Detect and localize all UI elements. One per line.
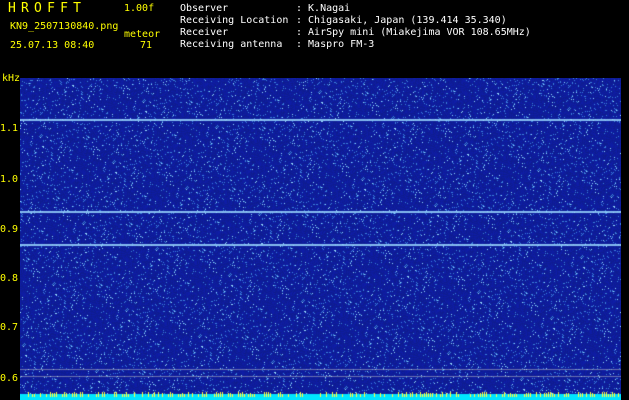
receiver-label: Receiver (180, 27, 229, 38)
receiver-value: : AirSpy mini (Miakejima VOR 108.65MHz) (296, 27, 531, 38)
app-title: HROFFT (8, 1, 87, 16)
meteor-count: 71 (140, 40, 153, 51)
frequency-tick: 1.0 (0, 174, 19, 185)
spectrogram (20, 78, 621, 400)
frequency-tick: 0.7 (0, 322, 19, 333)
location-value: : Chigasaki, Japan (139.414 35.340) (296, 15, 507, 26)
location-label: Receiving Location (180, 15, 289, 26)
observation-datetime: 25.07.13 08:40 (10, 40, 95, 51)
app-version: 1.00f (124, 3, 155, 14)
observer-label: Observer (180, 3, 229, 14)
antenna-value: : Maspro FM-3 (296, 39, 375, 50)
frequency-tick: 0.6 (0, 373, 19, 384)
antenna-label: Receiving antenna (180, 39, 283, 50)
image-filename: KN9_2507130840.png (10, 21, 119, 32)
observer-value: : K.Nagai (296, 3, 351, 14)
frequency-tick: 0.8 (0, 273, 19, 284)
frequency-tick: 1.1 (0, 123, 19, 134)
frequency-unit-label: kHz (2, 73, 21, 84)
meteor-count-label: meteor (124, 29, 161, 40)
frequency-tick: 0.9 (0, 224, 19, 235)
